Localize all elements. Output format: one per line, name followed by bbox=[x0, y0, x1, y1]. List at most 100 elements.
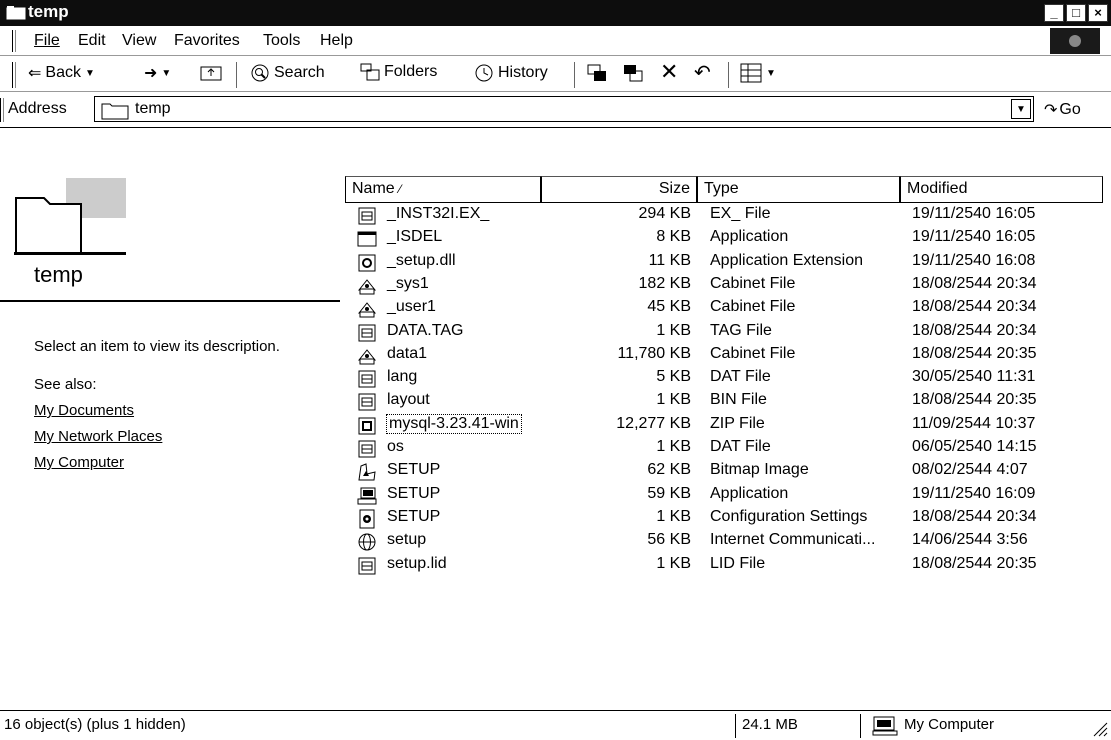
file-type: Application bbox=[710, 228, 789, 246]
column-name-header[interactable]: Name ⁄ bbox=[345, 176, 541, 203]
resize-grip-icon[interactable] bbox=[1092, 721, 1108, 737]
file-row[interactable]: _ISDEL 8 KB Application 19/11/2540 16:05 bbox=[345, 228, 1105, 251]
address-label: Address bbox=[8, 100, 67, 117]
see-also-label: See also: bbox=[34, 376, 97, 393]
file-name: SETUP bbox=[387, 484, 441, 502]
go-button[interactable]: ↷ Go bbox=[1044, 100, 1081, 120]
file-row[interactable]: layout 1 KB BIN File 18/08/2544 20:35 bbox=[345, 391, 1105, 414]
menu-file[interactable]: File bbox=[34, 32, 60, 50]
cabinet-icon bbox=[357, 279, 377, 295]
window-title: temp bbox=[28, 2, 69, 21]
file-row[interactable]: os 1 KB DAT File 06/05/2540 14:15 bbox=[345, 438, 1105, 461]
bitmap-icon bbox=[358, 463, 376, 481]
file-row[interactable]: mysql-3.23.41-win 12,277 KB ZIP File 11/09/… bbox=[345, 413, 1105, 438]
file-row[interactable]: SETUP 59 KB Application 19/11/2540 16:09 bbox=[345, 485, 1105, 508]
address-dropdown-button[interactable]: ▼ bbox=[1011, 99, 1031, 119]
move-to-button[interactable] bbox=[586, 63, 608, 83]
toolbar-grip bbox=[12, 62, 16, 88]
menu-tools[interactable]: Tools bbox=[263, 32, 300, 50]
move-to-icon bbox=[587, 64, 606, 81]
file-name: data1 bbox=[387, 344, 428, 362]
file-row[interactable]: data1 11,780 KB Cabinet File 18/08/2544 20:… bbox=[345, 345, 1105, 368]
address-input[interactable]: temp ▼ bbox=[94, 96, 1034, 122]
folder-icon bbox=[6, 6, 26, 20]
menu-view[interactable]: View bbox=[122, 32, 156, 50]
file-type: Cabinet File bbox=[710, 274, 796, 292]
address-value: temp bbox=[135, 100, 171, 117]
file-row[interactable]: _sys1 182 KB Cabinet File 18/08/2544 20:34 bbox=[345, 275, 1105, 298]
file-size: 11,780 KB bbox=[617, 344, 691, 362]
column-modified-header[interactable]: Modified bbox=[900, 176, 1103, 203]
link-my-documents[interactable]: My Documents bbox=[34, 402, 134, 419]
file-row[interactable]: setup.lid 1 KB LID File 18/08/2544 20:35 bbox=[345, 555, 1105, 578]
file-row[interactable]: DATA.TAG 1 KB TAG File 18/08/2544 20:34 bbox=[345, 322, 1105, 345]
file-row[interactable]: _INST32I.EX_ 294 KB EX_ File 19/11/2540 16:… bbox=[345, 205, 1105, 228]
file-size: 1 KB bbox=[656, 391, 691, 409]
menu-edit[interactable]: Edit bbox=[78, 32, 106, 50]
close-button[interactable]: × bbox=[1088, 4, 1108, 22]
file-name: _INST32I.EX_ bbox=[387, 205, 490, 222]
link-my-network-places[interactable]: My Network Places bbox=[34, 428, 162, 445]
back-button[interactable]: ⇐ Back ▼ bbox=[28, 63, 95, 83]
folders-button[interactable]: Folders bbox=[360, 63, 437, 81]
column-size-header[interactable]: Size bbox=[541, 176, 697, 203]
generic-file-icon bbox=[358, 557, 376, 574]
file-row[interactable]: _user1 45 KB Cabinet File 18/08/2544 20:34 bbox=[345, 298, 1105, 321]
minimize-button[interactable]: _ bbox=[1044, 4, 1064, 22]
file-name: setup.lid bbox=[387, 554, 447, 572]
file-name: _user1 bbox=[387, 298, 436, 316]
file-size: 8 KB bbox=[656, 228, 691, 246]
generic-file-icon bbox=[358, 393, 376, 411]
menu-bar: File Edit View Favorites Tools Help bbox=[0, 26, 1111, 56]
column-type-header[interactable]: Type bbox=[697, 176, 900, 203]
menu-grip bbox=[12, 30, 16, 52]
file-name: _ISDEL bbox=[387, 228, 443, 246]
file-modified: 14/06/2544 3:56 bbox=[912, 531, 1028, 549]
views-button[interactable]: ▼ bbox=[740, 63, 776, 83]
file-name: SETUP bbox=[387, 507, 441, 525]
file-row[interactable]: lang 5 KB DAT File 30/05/2540 11:31 bbox=[345, 368, 1105, 391]
forward-arrow-icon: ➜ bbox=[144, 65, 158, 82]
delete-button[interactable]: ✕ bbox=[660, 59, 678, 85]
search-icon bbox=[251, 64, 269, 82]
file-modified: 18/08/2544 20:34 bbox=[912, 274, 1037, 292]
description-text: Select an item to view its description. bbox=[34, 338, 280, 355]
file-name: os bbox=[387, 438, 404, 455]
file-row[interactable]: SETUP 62 KB Bitmap Image 08/02/2544 4:07 bbox=[345, 461, 1105, 484]
dll-gear-icon bbox=[358, 254, 376, 272]
generic-file-icon bbox=[358, 324, 376, 341]
menu-help[interactable]: Help bbox=[320, 32, 353, 50]
generic-file-icon bbox=[358, 370, 376, 388]
up-folder-button[interactable] bbox=[200, 63, 222, 81]
folder-title: temp bbox=[34, 262, 83, 287]
forward-button[interactable]: ➜ ▼ bbox=[144, 63, 171, 83]
menu-favorites[interactable]: Favorites bbox=[174, 32, 240, 50]
file-size: 62 KB bbox=[647, 461, 691, 479]
file-type: Cabinet File bbox=[710, 344, 796, 362]
history-button[interactable]: History bbox=[474, 63, 548, 83]
file-name: _setup.dll bbox=[387, 251, 456, 269]
file-type: ZIP File bbox=[710, 414, 765, 432]
windows-logo-icon bbox=[1050, 28, 1100, 54]
file-modified: 19/11/2540 16:05 bbox=[912, 228, 1036, 246]
standard-toolbar: ⇐ Back ▼ ➜ ▼ Search Folders History ✕ ↶ … bbox=[0, 56, 1111, 92]
status-divider bbox=[735, 714, 736, 738]
file-type: Configuration Settings bbox=[710, 507, 868, 525]
setup-computer-icon bbox=[357, 487, 377, 505]
link-my-computer[interactable]: My Computer bbox=[34, 454, 124, 471]
copy-to-button[interactable] bbox=[622, 63, 644, 83]
file-size: 59 KB bbox=[647, 484, 691, 502]
file-size: 5 KB bbox=[656, 368, 691, 386]
file-size: 56 KB bbox=[647, 531, 691, 549]
chevron-down-icon: ▼ bbox=[161, 67, 172, 79]
file-row[interactable]: SETUP 1 KB Configuration Settings 18/08/254… bbox=[345, 508, 1105, 531]
delete-x-icon: ✕ bbox=[660, 59, 679, 84]
copy-to-icon bbox=[624, 65, 643, 82]
file-row[interactable]: _setup.dll 11 KB Application Extension 19/1… bbox=[345, 252, 1105, 275]
file-row[interactable]: setup 56 KB Internet Communicati... 14/06/2… bbox=[345, 531, 1105, 554]
search-button[interactable]: Search bbox=[250, 63, 325, 83]
maximize-button[interactable]: □ bbox=[1066, 4, 1086, 22]
file-type: DAT File bbox=[710, 438, 771, 455]
undo-button[interactable]: ↶ bbox=[694, 60, 711, 85]
file-type: DAT File bbox=[710, 368, 771, 386]
